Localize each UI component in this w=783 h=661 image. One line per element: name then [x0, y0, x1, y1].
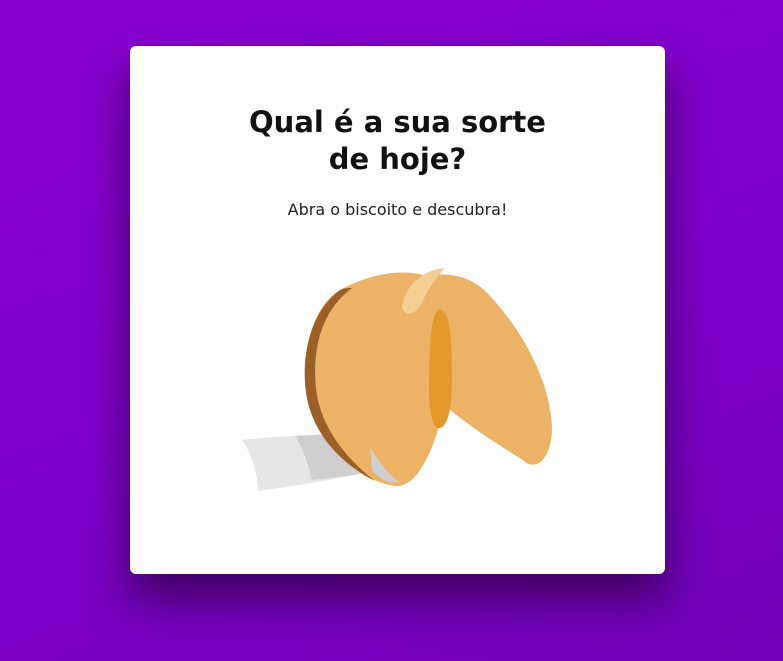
page-title: Qual é a sua sorte de hoje? [249, 105, 546, 176]
fortune-card: Qual é a sua sorte de hoje? Abra o bisco… [130, 46, 665, 574]
page-subtitle: Abra o biscoito e descubra! [287, 200, 508, 219]
fortune-cookie-icon[interactable] [240, 248, 556, 492]
cookie-inner-fold [428, 309, 452, 429]
